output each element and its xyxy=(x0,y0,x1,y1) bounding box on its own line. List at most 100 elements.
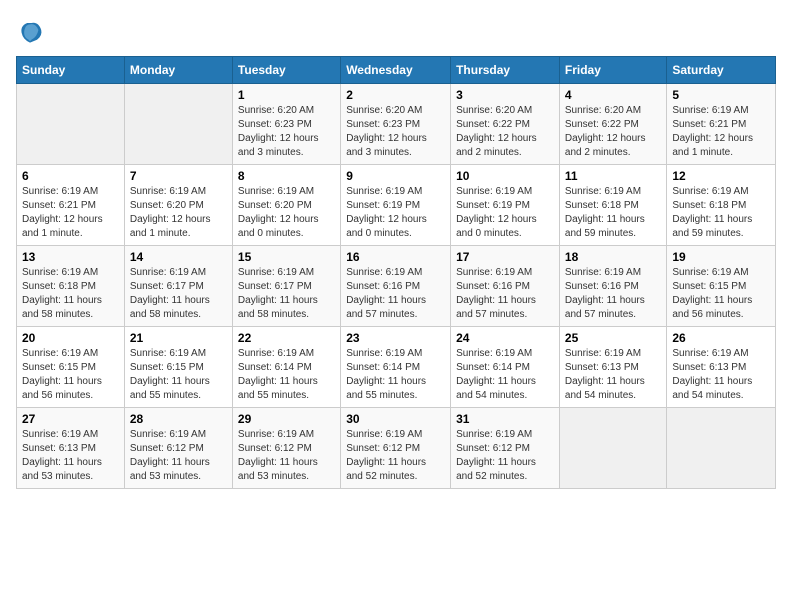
logo xyxy=(16,16,48,44)
day-detail: Sunrise: 6:19 AM Sunset: 6:15 PM Dayligh… xyxy=(22,347,119,403)
calendar-header: SundayMondayTuesdayWednesdayThursdayFrid… xyxy=(17,57,776,84)
calendar-cell xyxy=(559,408,666,489)
week-row-0: 1 Sunrise: 6:20 AM Sunset: 6:23 PM Daylig… xyxy=(17,84,776,165)
day-detail: Sunrise: 6:19 AM Sunset: 6:14 PM Dayligh… xyxy=(346,347,445,403)
day-detail: Sunrise: 6:19 AM Sunset: 6:14 PM Dayligh… xyxy=(456,347,554,403)
day-number: 23 xyxy=(346,331,445,345)
calendar-cell: 31Sunrise: 6:19 AM Sunset: 6:12 PM Dayli… xyxy=(451,408,560,489)
day-number: 4 xyxy=(565,88,661,102)
day-detail: Sunrise: 6:19 AM Sunset: 6:17 PM Dayligh… xyxy=(238,266,335,322)
day-number: 27 xyxy=(22,412,119,426)
day-number: 20 xyxy=(22,331,119,345)
calendar-cell: 17 Sunrise: 6:19 AM Sunset: 6:16 PM Dayli… xyxy=(451,246,560,327)
day-number: 28 xyxy=(130,412,227,426)
calendar-cell xyxy=(124,84,232,165)
day-number: 29 xyxy=(238,412,335,426)
day-number: 11 xyxy=(565,169,661,183)
calendar-cell: 13 Sunrise: 6:19 AM Sunset: 6:18 PM Dayli… xyxy=(17,246,125,327)
day-detail: Sunrise: 6:19 AM Sunset: 6:18 PM Dayligh… xyxy=(672,185,770,241)
week-row-4: 27 Sunrise: 6:19 AM Sunset: 6:13 PM Dayli… xyxy=(17,408,776,489)
calendar-cell: 19 Sunrise: 6:19 AM Sunset: 6:15 PM Dayli… xyxy=(667,246,776,327)
day-detail: Sunrise: 6:19 AM Sunset: 6:16 PM Dayligh… xyxy=(346,266,445,322)
day-detail: Sunrise: 6:20 AM Sunset: 6:23 PM Dayligh… xyxy=(238,104,335,160)
calendar-cell: 15 Sunrise: 6:19 AM Sunset: 6:17 PM Dayli… xyxy=(232,246,340,327)
week-row-3: 20 Sunrise: 6:19 AM Sunset: 6:15 PM Dayli… xyxy=(17,327,776,408)
calendar-cell: 2 Sunrise: 6:20 AM Sunset: 6:23 PM Daylig… xyxy=(341,84,451,165)
day-number: 6 xyxy=(22,169,119,183)
calendar-cell: 4Sunrise: 6:20 AM Sunset: 6:22 PM Daylig… xyxy=(559,84,666,165)
calendar-cell: 16Sunrise: 6:19 AM Sunset: 6:16 PM Dayli… xyxy=(341,246,451,327)
day-number: 31 xyxy=(456,412,554,426)
calendar-cell: 11Sunrise: 6:19 AM Sunset: 6:18 PM Dayli… xyxy=(559,165,666,246)
day-detail: Sunrise: 6:19 AM Sunset: 6:17 PM Dayligh… xyxy=(130,266,227,322)
header-day-saturday: Saturday xyxy=(667,57,776,84)
day-detail: Sunrise: 6:19 AM Sunset: 6:19 PM Dayligh… xyxy=(346,185,445,241)
calendar-cell: 10 Sunrise: 6:19 AM Sunset: 6:19 PM Dayli… xyxy=(451,165,560,246)
header-day-thursday: Thursday xyxy=(451,57,560,84)
day-number: 8 xyxy=(238,169,335,183)
calendar-cell: 1 Sunrise: 6:20 AM Sunset: 6:23 PM Daylig… xyxy=(232,84,340,165)
day-detail: Sunrise: 6:19 AM Sunset: 6:20 PM Dayligh… xyxy=(238,185,335,241)
calendar-table: SundayMondayTuesdayWednesdayThursdayFrid… xyxy=(16,56,776,489)
calendar-cell xyxy=(17,84,125,165)
calendar-cell: 12 Sunrise: 6:19 AM Sunset: 6:18 PM Dayli… xyxy=(667,165,776,246)
day-detail: Sunrise: 6:19 AM Sunset: 6:12 PM Dayligh… xyxy=(238,428,335,484)
header-day-monday: Monday xyxy=(124,57,232,84)
day-detail: Sunrise: 6:19 AM Sunset: 6:13 PM Dayligh… xyxy=(565,347,661,403)
day-number: 17 xyxy=(456,250,554,264)
calendar-cell: 7Sunrise: 6:19 AM Sunset: 6:20 PM Daylig… xyxy=(124,165,232,246)
day-detail: Sunrise: 6:20 AM Sunset: 6:22 PM Dayligh… xyxy=(456,104,554,160)
day-number: 7 xyxy=(130,169,227,183)
calendar-cell: 22Sunrise: 6:19 AM Sunset: 6:14 PM Dayli… xyxy=(232,327,340,408)
calendar-cell: 27 Sunrise: 6:19 AM Sunset: 6:13 PM Dayli… xyxy=(17,408,125,489)
calendar-cell: 28 Sunrise: 6:19 AM Sunset: 6:12 PM Dayli… xyxy=(124,408,232,489)
day-detail: Sunrise: 6:19 AM Sunset: 6:21 PM Dayligh… xyxy=(672,104,770,160)
page-header xyxy=(16,16,776,44)
day-detail: Sunrise: 6:19 AM Sunset: 6:18 PM Dayligh… xyxy=(22,266,119,322)
calendar-cell: 23 Sunrise: 6:19 AM Sunset: 6:14 PM Dayli… xyxy=(341,327,451,408)
calendar-cell: 24 Sunrise: 6:19 AM Sunset: 6:14 PM Dayli… xyxy=(451,327,560,408)
day-number: 25 xyxy=(565,331,661,345)
day-number: 12 xyxy=(672,169,770,183)
calendar-cell: 6Sunrise: 6:19 AM Sunset: 6:21 PM Daylig… xyxy=(17,165,125,246)
calendar-cell: 3 Sunrise: 6:20 AM Sunset: 6:22 PM Daylig… xyxy=(451,84,560,165)
day-number: 3 xyxy=(456,88,554,102)
day-detail: Sunrise: 6:19 AM Sunset: 6:12 PM Dayligh… xyxy=(130,428,227,484)
day-number: 9 xyxy=(346,169,445,183)
calendar-cell: 8 Sunrise: 6:19 AM Sunset: 6:20 PM Daylig… xyxy=(232,165,340,246)
day-detail: Sunrise: 6:19 AM Sunset: 6:15 PM Dayligh… xyxy=(130,347,227,403)
day-number: 19 xyxy=(672,250,770,264)
calendar-cell xyxy=(667,408,776,489)
calendar-cell: 21 Sunrise: 6:19 AM Sunset: 6:15 PM Dayli… xyxy=(124,327,232,408)
day-detail: Sunrise: 6:19 AM Sunset: 6:16 PM Dayligh… xyxy=(565,266,661,322)
day-detail: Sunrise: 6:19 AM Sunset: 6:13 PM Dayligh… xyxy=(672,347,770,403)
week-row-1: 6Sunrise: 6:19 AM Sunset: 6:21 PM Daylig… xyxy=(17,165,776,246)
day-number: 18 xyxy=(565,250,661,264)
day-number: 10 xyxy=(456,169,554,183)
day-number: 21 xyxy=(130,331,227,345)
calendar-cell: 30Sunrise: 6:19 AM Sunset: 6:12 PM Dayli… xyxy=(341,408,451,489)
day-detail: Sunrise: 6:19 AM Sunset: 6:15 PM Dayligh… xyxy=(672,266,770,322)
day-number: 24 xyxy=(456,331,554,345)
calendar-body: 1 Sunrise: 6:20 AM Sunset: 6:23 PM Daylig… xyxy=(17,84,776,489)
header-day-wednesday: Wednesday xyxy=(341,57,451,84)
day-number: 1 xyxy=(238,88,335,102)
day-detail: Sunrise: 6:19 AM Sunset: 6:16 PM Dayligh… xyxy=(456,266,554,322)
header-day-tuesday: Tuesday xyxy=(232,57,340,84)
day-number: 13 xyxy=(22,250,119,264)
day-detail: Sunrise: 6:19 AM Sunset: 6:12 PM Dayligh… xyxy=(346,428,445,484)
day-number: 26 xyxy=(672,331,770,345)
day-number: 14 xyxy=(130,250,227,264)
day-number: 5 xyxy=(672,88,770,102)
day-detail: Sunrise: 6:19 AM Sunset: 6:13 PM Dayligh… xyxy=(22,428,119,484)
calendar-cell: 20 Sunrise: 6:19 AM Sunset: 6:15 PM Dayli… xyxy=(17,327,125,408)
day-detail: Sunrise: 6:19 AM Sunset: 6:19 PM Dayligh… xyxy=(456,185,554,241)
day-number: 15 xyxy=(238,250,335,264)
day-detail: Sunrise: 6:20 AM Sunset: 6:23 PM Dayligh… xyxy=(346,104,445,160)
day-number: 2 xyxy=(346,88,445,102)
day-number: 22 xyxy=(238,331,335,345)
week-row-2: 13 Sunrise: 6:19 AM Sunset: 6:18 PM Dayli… xyxy=(17,246,776,327)
calendar-cell: 25 Sunrise: 6:19 AM Sunset: 6:13 PM Dayli… xyxy=(559,327,666,408)
calendar-cell: 5 Sunrise: 6:19 AM Sunset: 6:21 PM Daylig… xyxy=(667,84,776,165)
calendar-cell: 18 Sunrise: 6:19 AM Sunset: 6:16 PM Dayli… xyxy=(559,246,666,327)
